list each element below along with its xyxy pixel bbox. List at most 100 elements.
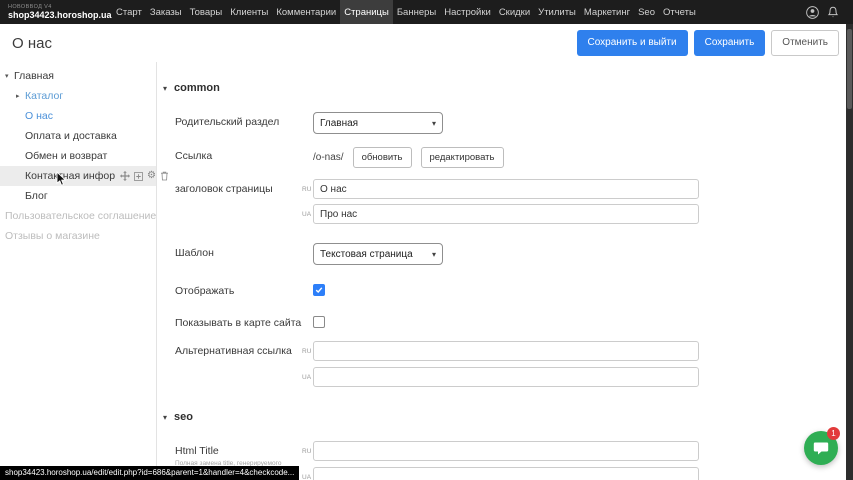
- main-menu: Старт Заказы Товары Клиенты Комментарии …: [112, 0, 700, 24]
- html-title-ru-row: Html Title Полная замена title, генериру…: [175, 441, 699, 468]
- tree-label: Блог: [25, 190, 48, 202]
- page-title: О нас: [12, 35, 52, 52]
- tree-item-exchange-return[interactable]: Обмен и возврат: [0, 146, 156, 166]
- menu-clients[interactable]: Клиенты: [226, 0, 272, 24]
- menu-discounts[interactable]: Скидки: [495, 0, 534, 24]
- tree-label: Обмен и возврат: [25, 150, 107, 162]
- menu-settings[interactable]: Настройки: [440, 0, 495, 24]
- tree-label: Главная: [14, 70, 54, 82]
- menu-seo[interactable]: Seo: [634, 0, 659, 24]
- chat-icon: [813, 441, 829, 456]
- template-label: Шаблон: [175, 243, 302, 260]
- tree-item-blog[interactable]: Блог: [0, 186, 156, 206]
- page-title-ru-input[interactable]: [313, 179, 699, 199]
- edit-form: ▾ common Родительский раздел Главная ▾ С…: [158, 62, 846, 480]
- brand[interactable]: НОВОВВОД V4 shop34423.horoshop.ua: [0, 4, 112, 21]
- menu-reports[interactable]: Отчеты: [659, 0, 700, 24]
- tree-label: Отзывы о магазине: [5, 230, 100, 242]
- lang-ua-label: UA: [302, 204, 313, 218]
- page-title-ua-input[interactable]: [313, 204, 699, 224]
- lang-spacer: [302, 243, 313, 250]
- display-label: Отображать: [175, 281, 302, 298]
- menu-orders[interactable]: Заказы: [146, 0, 186, 24]
- empty-label: [175, 367, 302, 371]
- tree-item-user-agreement[interactable]: Пользовательское соглашение: [0, 206, 156, 226]
- save-button[interactable]: Сохранить: [694, 30, 766, 56]
- empty-label: [175, 204, 302, 208]
- menu-utilities[interactable]: Утилиты: [534, 0, 580, 24]
- html-title-ua-input[interactable]: [313, 467, 699, 480]
- chevron-down-icon: ▾: [432, 119, 436, 128]
- lang-spacer: [302, 281, 313, 288]
- template-select[interactable]: Текстовая страница ▾: [313, 243, 443, 265]
- display-row: Отображать: [175, 281, 325, 298]
- tree-item-contact-info[interactable]: Контактная инфор ⚙: [0, 166, 156, 186]
- bell-icon[interactable]: [826, 5, 840, 19]
- link-update-button[interactable]: обновить: [353, 147, 412, 168]
- alt-link-ru-input[interactable]: [313, 341, 699, 361]
- chevron-down-icon: ▾: [163, 413, 167, 422]
- lang-spacer: [302, 313, 313, 320]
- lang-spacer: [302, 112, 313, 119]
- add-icon[interactable]: [134, 172, 143, 181]
- link-edit-button[interactable]: редактировать: [421, 147, 504, 168]
- chevron-down-icon: ▾: [163, 84, 167, 93]
- lang-ru-label: RU: [302, 341, 313, 355]
- menu-banners[interactable]: Баннеры: [393, 0, 440, 24]
- alt-link-ua-input[interactable]: [313, 367, 699, 387]
- scrollbar-thumb[interactable]: [847, 29, 852, 109]
- sitemap-checkbox[interactable]: [313, 316, 325, 328]
- menu-marketing[interactable]: Маркетинг: [580, 0, 634, 24]
- tree-label: Оплата и доставка: [25, 130, 117, 142]
- section-seo[interactable]: ▾ seo: [163, 411, 193, 423]
- chat-launcher-button[interactable]: 1: [804, 431, 838, 465]
- topbar-actions: [805, 5, 853, 19]
- sitemap-row: Показывать в карте сайта: [175, 313, 325, 330]
- tree-item-about[interactable]: О нас: [0, 106, 156, 126]
- tree-item-store-reviews[interactable]: Отзывы о магазине: [0, 226, 156, 246]
- tree-item-payment-delivery[interactable]: Оплата и доставка: [0, 126, 156, 146]
- tree-item-home[interactable]: ▾ Главная: [0, 66, 156, 86]
- cancel-button[interactable]: Отменить: [771, 30, 839, 56]
- page-title-label: заголовок страницы: [175, 179, 302, 196]
- lang-ru-label: RU: [302, 179, 313, 193]
- menu-pages[interactable]: Страницы: [340, 0, 393, 24]
- lang-spacer: [302, 146, 313, 153]
- tree-label: Контактная инфор: [25, 170, 115, 182]
- parent-section-row: Родительский раздел Главная ▾: [175, 112, 443, 134]
- alt-link-ru-row: Альтернативная ссылка RU: [175, 341, 699, 361]
- checkmark-icon: [315, 286, 323, 294]
- tree-label: О нас: [25, 110, 53, 122]
- pages-tree: ▾ Главная ▸ Каталог О нас Оплата и доста…: [0, 62, 157, 480]
- parent-section-label: Родительский раздел: [175, 112, 302, 129]
- tree-label: Каталог: [25, 90, 63, 102]
- html-title-label: Html Title Полная замена title, генериру…: [175, 441, 302, 468]
- link-row: Ссылка /o-nas/ обновить редактировать: [175, 146, 504, 168]
- section-common-title: common: [174, 82, 220, 94]
- section-common[interactable]: ▾ common: [163, 82, 220, 94]
- lang-ua-label: UA: [302, 467, 313, 480]
- menu-products[interactable]: Товары: [186, 0, 227, 24]
- page-header: О нас Сохранить и выйти Сохранить Отмени…: [0, 24, 853, 62]
- display-checkbox[interactable]: [313, 284, 325, 296]
- html-title-ru-input[interactable]: [313, 441, 699, 461]
- parent-section-select[interactable]: Главная ▾: [313, 112, 443, 134]
- user-icon[interactable]: [805, 5, 819, 19]
- lang-ru-label: RU: [302, 441, 313, 455]
- link-label: Ссылка: [175, 146, 302, 163]
- tree-item-catalog[interactable]: ▸ Каталог: [0, 86, 156, 106]
- vertical-scrollbar[interactable]: [846, 24, 853, 480]
- menu-start[interactable]: Старт: [112, 0, 146, 24]
- move-icon[interactable]: [120, 171, 130, 181]
- trash-icon[interactable]: [160, 171, 169, 181]
- page-title-ru-row: заголовок страницы RU: [175, 179, 699, 199]
- tree-item-actions: ⚙: [120, 171, 169, 181]
- gear-icon[interactable]: ⚙: [147, 171, 156, 181]
- html-title-label-text: Html Title: [175, 445, 302, 458]
- menu-comments[interactable]: Комментарии: [272, 0, 340, 24]
- header-buttons: Сохранить и выйти Сохранить Отменить: [577, 30, 840, 56]
- chevron-down-icon: ▾: [5, 72, 14, 80]
- alt-link-label: Альтернативная ссылка: [175, 341, 302, 358]
- selected-value: Текстовая страница: [320, 249, 413, 260]
- save-and-exit-button[interactable]: Сохранить и выйти: [577, 30, 688, 56]
